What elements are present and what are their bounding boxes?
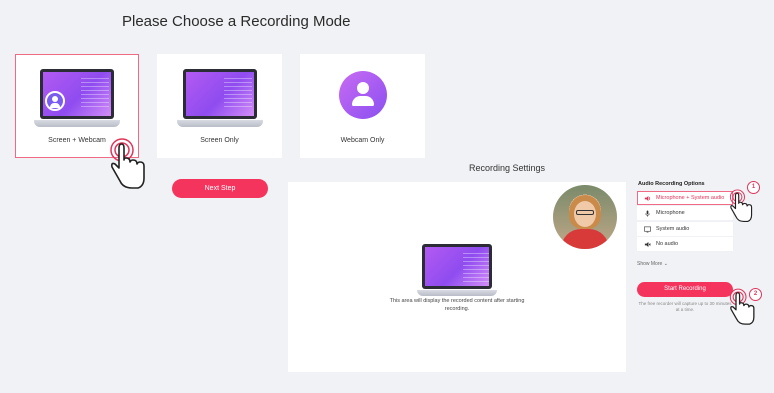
mode-card-webcam-only[interactable]: Webcam Only	[300, 54, 425, 158]
page-title: Please Choose a Recording Mode	[122, 13, 351, 30]
user-avatar-icon	[338, 71, 387, 119]
start-recording-button[interactable]: Start Recording	[637, 282, 733, 297]
mode-label: Screen Only	[200, 137, 239, 144]
microphone-icon	[645, 209, 650, 217]
hand-pointer-icon	[729, 189, 753, 223]
audio-option-label: Microphone	[656, 210, 685, 216]
audio-option-label: Microphone + System audio	[656, 195, 725, 201]
audio-option-label: No audio	[656, 241, 679, 247]
recording-limit-note: The free recorder will capture up to 30 …	[638, 301, 732, 312]
audio-options-title: Audio Recording Options	[638, 181, 705, 187]
laptop-icon	[417, 244, 497, 296]
monitor-audio-icon	[644, 226, 651, 232]
next-step-button[interactable]: Next Step	[172, 179, 268, 198]
audio-option-mic-system[interactable]: Microphone + System audio	[637, 191, 733, 205]
audio-option-label: System audio	[656, 226, 690, 232]
webcam-avatar-icon	[45, 91, 65, 111]
mute-icon	[644, 241, 651, 247]
recording-settings-title: Recording Settings	[469, 163, 546, 173]
audio-option-system[interactable]: System audio	[637, 222, 733, 236]
speaker-icon	[644, 195, 651, 201]
laptop-icon	[176, 69, 263, 127]
show-more-label: Show More	[637, 261, 663, 267]
mode-label: Webcam Only	[340, 137, 385, 144]
hand-pointer-icon	[110, 138, 145, 189]
mode-card-screen-only[interactable]: Screen Only	[157, 54, 282, 158]
hand-pointer-icon	[729, 288, 755, 325]
show-more-link[interactable]: Show More ⌄	[637, 261, 668, 267]
preview-placeholder-text: This area will display the recorded cont…	[389, 298, 525, 312]
chevron-down-icon: ⌄	[663, 261, 668, 267]
audio-option-mic[interactable]: Microphone	[637, 206, 733, 220]
audio-option-none[interactable]: No audio	[637, 237, 733, 251]
webcam-preview[interactable]	[553, 185, 617, 249]
